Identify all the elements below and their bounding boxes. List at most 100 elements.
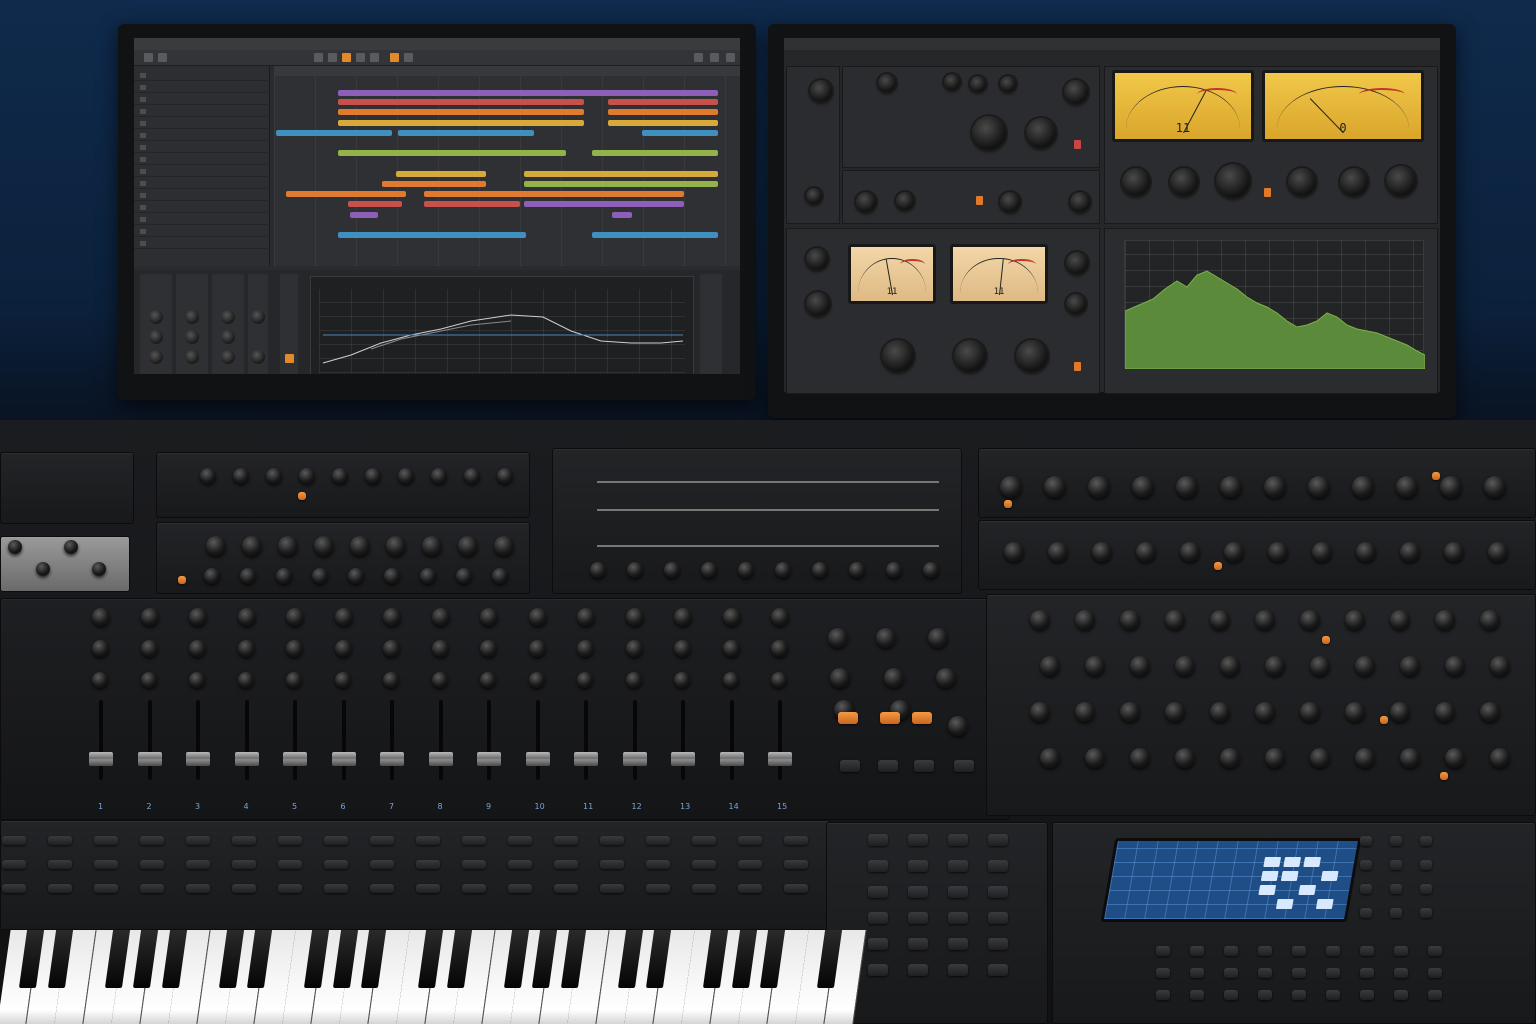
channel-knob[interactable] <box>771 640 788 657</box>
channel-knob[interactable] <box>237 640 255 657</box>
controller-button[interactable] <box>1258 990 1272 1000</box>
rack-knob[interactable] <box>701 562 717 578</box>
synth-button[interactable] <box>416 860 440 869</box>
rack-knob[interactable] <box>206 536 226 556</box>
synth-button[interactable] <box>416 836 440 845</box>
rack-knob[interactable] <box>332 468 348 484</box>
keypad-button[interactable] <box>868 860 888 872</box>
synth-button[interactable] <box>186 836 210 845</box>
rack-knob[interactable] <box>431 468 447 484</box>
synth-knob[interactable] <box>1445 656 1465 676</box>
audio-clip[interactable] <box>338 150 566 156</box>
synth-button[interactable] <box>324 836 348 845</box>
controller-button[interactable] <box>1156 990 1170 1000</box>
synth-knob[interactable] <box>1165 610 1185 630</box>
channel-knob[interactable] <box>431 640 449 657</box>
controller-button[interactable] <box>1390 860 1402 870</box>
rack-knob[interactable] <box>276 568 292 584</box>
pad-cell[interactable] <box>1260 871 1279 881</box>
rack-knob[interactable] <box>398 468 414 484</box>
knob-icon[interactable] <box>944 74 960 90</box>
master-knob[interactable] <box>828 628 848 648</box>
fader-icon[interactable] <box>331 752 356 766</box>
loop-button[interactable] <box>390 53 399 62</box>
channel-knob[interactable] <box>140 672 157 688</box>
master-knob[interactable] <box>948 716 968 736</box>
keypad-button[interactable] <box>988 886 1008 898</box>
keypad-button[interactable] <box>988 834 1008 846</box>
rack-knob[interactable] <box>1396 476 1418 498</box>
knob-icon[interactable] <box>810 80 832 102</box>
synth-button[interactable] <box>416 884 440 893</box>
fader-icon[interactable] <box>89 752 113 766</box>
synth-button[interactable] <box>600 860 624 869</box>
synth-button[interactable] <box>600 884 624 893</box>
synth-knob[interactable] <box>1130 656 1150 676</box>
controller-button[interactable] <box>1258 946 1272 956</box>
audio-clip[interactable] <box>338 109 584 115</box>
rack-knob[interactable] <box>458 536 478 556</box>
controller-button[interactable] <box>1390 908 1402 918</box>
synth-button[interactable] <box>554 884 578 893</box>
keypad-button[interactable] <box>948 834 968 846</box>
fader-icon[interactable] <box>671 752 695 766</box>
rack-knob[interactable] <box>1048 542 1068 562</box>
master-knob[interactable] <box>928 628 948 648</box>
toolbar-button[interactable] <box>158 53 167 62</box>
channel-knob[interactable] <box>383 608 401 626</box>
knob-icon[interactable] <box>149 330 163 344</box>
pad-cell[interactable] <box>1258 885 1277 895</box>
channel-knob[interactable] <box>722 608 741 626</box>
rack-knob[interactable] <box>266 468 282 484</box>
knob-icon[interactable] <box>1000 192 1020 212</box>
synth-button[interactable] <box>738 860 762 869</box>
channel-knob[interactable] <box>625 640 643 657</box>
synth-knob[interactable] <box>1175 656 1195 676</box>
rack-knob[interactable] <box>590 562 606 578</box>
rack-knob[interactable] <box>384 568 400 584</box>
rack-knob[interactable] <box>1264 476 1286 498</box>
rack-knob[interactable] <box>464 468 480 484</box>
synth-knob[interactable] <box>1220 748 1240 768</box>
synth-button[interactable] <box>784 860 808 869</box>
controller-button[interactable] <box>1190 946 1204 956</box>
controller-button[interactable] <box>1156 968 1170 978</box>
toolbar-button[interactable] <box>314 53 323 62</box>
channel-knob[interactable] <box>189 608 207 626</box>
synth-button[interactable] <box>370 884 394 893</box>
knob-icon[interactable] <box>149 350 163 364</box>
fader-icon[interactable] <box>380 752 404 766</box>
synth-button[interactable] <box>554 860 578 869</box>
track-header[interactable] <box>134 130 270 141</box>
knob-icon[interactable] <box>1386 166 1416 196</box>
keypad-button[interactable] <box>868 834 888 846</box>
synth-button[interactable] <box>186 860 210 869</box>
toolbar-button[interactable] <box>726 53 735 62</box>
play-button[interactable] <box>356 53 365 62</box>
synth-knob[interactable] <box>1075 610 1095 630</box>
toolbar-button[interactable] <box>144 53 153 62</box>
keypad-button[interactable] <box>988 964 1008 976</box>
knob-icon[interactable] <box>1122 168 1150 196</box>
audio-clip[interactable] <box>424 191 684 197</box>
synth-button[interactable] <box>738 884 762 893</box>
keypad-button[interactable] <box>948 938 968 950</box>
channel-knob[interactable] <box>480 672 496 688</box>
track-header[interactable] <box>134 118 270 129</box>
synth-knob[interactable] <box>1085 656 1105 676</box>
knob-icon[interactable] <box>1026 118 1056 148</box>
knob-icon[interactable] <box>185 330 199 344</box>
orange-button[interactable] <box>1440 772 1448 780</box>
rack-knob[interactable] <box>1268 542 1288 562</box>
channel-knob[interactable] <box>577 640 594 657</box>
rack-knob[interactable] <box>1136 542 1156 562</box>
controller-button[interactable] <box>1420 884 1432 894</box>
rack-knob[interactable] <box>386 536 406 556</box>
synth-button[interactable] <box>232 836 256 845</box>
controller-button[interactable] <box>1390 836 1402 846</box>
synth-knob[interactable] <box>1400 748 1420 768</box>
rack-knob[interactable] <box>1356 542 1376 562</box>
audio-clip[interactable] <box>612 212 632 218</box>
channel-knob[interactable] <box>625 608 644 626</box>
synth-button[interactable] <box>2 836 26 845</box>
